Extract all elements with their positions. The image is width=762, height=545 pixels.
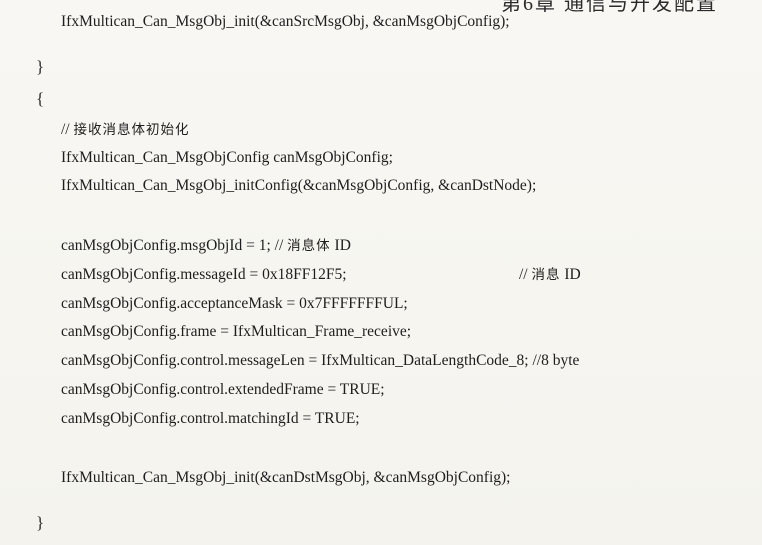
opening-brace: { xyxy=(36,89,45,108)
code-line-src-init: IfxMultican_Can_MsgObj_init(&canSrcMsgOb… xyxy=(61,13,510,30)
closing-brace: } xyxy=(36,57,45,76)
code-line-extended-frame: canMsgObjConfig.control.extendedFrame = … xyxy=(61,381,385,398)
closing-brace-final: } xyxy=(36,513,45,532)
code-line-init-config: IfxMultican_Can_MsgObj_initConfig(&canMs… xyxy=(61,177,537,194)
messageid-comment-prefix: // xyxy=(519,266,532,283)
messageid-comment-cjk: 消息 xyxy=(531,267,561,283)
code-line-dst-init: IfxMultican_Can_MsgObj_init(&canDstMsgOb… xyxy=(61,469,511,486)
msgobjid-comment-tail: ID xyxy=(330,237,351,254)
comment-text: 接收消息体初始化 xyxy=(73,122,190,138)
code-line-message-len: canMsgObjConfig.control.messageLen = Ifx… xyxy=(61,352,580,369)
msgobjid-comment-cjk: 消息体 xyxy=(287,238,331,254)
code-comment-messageid: // 消息 ID xyxy=(519,267,581,283)
comment-prefix: // xyxy=(61,121,74,138)
code-line-config-decl: IfxMultican_Can_MsgObjConfig canMsgObjCo… xyxy=(61,149,393,166)
code-comment-receive-init: // 接收消息体初始化 xyxy=(61,122,190,138)
code-line-msgobjid: canMsgObjConfig.msgObjId = 1; // 消息体 ID xyxy=(61,238,351,254)
code-line-acceptance-mask: canMsgObjConfig.acceptanceMask = 0x7FFFF… xyxy=(61,295,408,312)
code-line-matching-id: canMsgObjConfig.control.matchingId = TRU… xyxy=(61,410,360,427)
document-page: 第6章 通信与开发配置 IfxMultican_Can_MsgObj_init(… xyxy=(0,0,762,545)
code-line-frame: canMsgObjConfig.frame = IfxMultican_Fram… xyxy=(61,323,412,340)
msgobjid-code: canMsgObjConfig.msgObjId = 1; // xyxy=(61,237,288,254)
code-line-messageid: canMsgObjConfig.messageId = 0x18FF12F5; xyxy=(61,266,347,283)
running-header: 第6章 通信与开发配置 xyxy=(501,0,718,15)
messageid-comment-tail: ID xyxy=(560,266,581,283)
